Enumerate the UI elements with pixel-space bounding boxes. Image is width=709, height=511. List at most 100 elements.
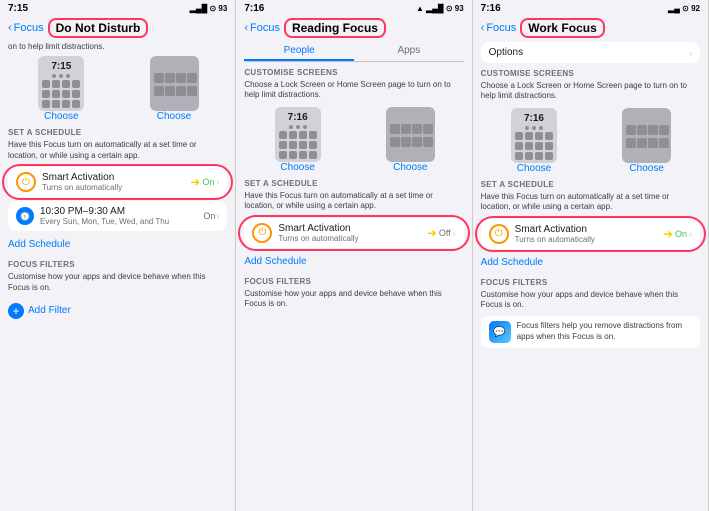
add-filter-row-1[interactable]: + Add Filter (8, 299, 227, 323)
state-label-1: On (202, 177, 214, 187)
smart-activation-text-1: Smart Activation Turns on automatically (42, 172, 122, 192)
choose-btn-2[interactable]: Choose (157, 111, 191, 122)
nav-bar-1: ‹ Focus Do Not Disturb (0, 16, 235, 42)
status-icons-1: ▂▄█ ⊙ 93 (190, 4, 228, 13)
content-2: People Apps CUSTOMISE SCREENS Choose a L… (236, 42, 471, 511)
smart-activation-left-1: ⏻ Smart Activation Turns on automaticall… (16, 172, 122, 192)
time-schedule-row-1[interactable]: 🕥 10:30 PM–9:30 AM Every Sun, Mon, Tue, … (8, 201, 227, 231)
smart-activation-right-2: ➜ Off › (427, 226, 456, 240)
section-desc-schedule-3: Have this Focus turn on automatically at… (481, 192, 700, 213)
section-desc-filters-3: Customise how your apps and device behav… (481, 290, 700, 311)
choose-btn-4[interactable]: Choose (393, 162, 427, 173)
preview-time-1: 7:15 (51, 61, 71, 72)
choose-btn-6[interactable]: Choose (629, 163, 663, 174)
section-desc-schedule-2: Have this Focus turn on automatically at… (244, 191, 463, 212)
chevron-options-3: › (689, 48, 692, 58)
nav-back-1[interactable]: ‹ Focus (8, 22, 44, 34)
status-icons-3: ▂▄ ⊙ 92 (668, 4, 700, 13)
chevron-icon-time: › (216, 211, 219, 221)
time-icon-1: 🕥 (16, 207, 34, 225)
home-screen-preview-1 (150, 56, 199, 111)
arrow-icon-3: ➜ (663, 227, 673, 241)
add-filter-label-1: Add Filter (28, 305, 71, 316)
smart-activation-icon-2: ⏻ (252, 223, 272, 243)
section-label-schedule-1: SET A SCHEDULE (8, 128, 227, 137)
smart-activation-icon-1: ⏻ (16, 172, 36, 192)
preview-dots-2 (289, 125, 307, 129)
content-3: Options › CUSTOMISE SCREENS Choose a Loc… (473, 42, 708, 511)
options-row-3[interactable]: Options › (481, 42, 700, 63)
chevron-left-icon: ‹ (8, 22, 12, 34)
section-label-screens-2: CUSTOMISE SCREENS (244, 68, 463, 77)
smart-activation-row-3[interactable]: ⏻ Smart Activation Turns on automaticall… (481, 219, 700, 249)
status-time-3: 7:16 (481, 3, 501, 14)
smart-activation-text-3: Smart Activation Turns on automatically (515, 224, 595, 244)
arrow-icon-1: ➜ (190, 175, 200, 189)
preview-time-2: 7:16 (288, 112, 308, 123)
section-desc-filters-1: Customise how your apps and device behav… (8, 272, 227, 293)
truncated-desc-1: on to help limit distractions. (8, 42, 227, 52)
tabs-row-2: People Apps (244, 42, 463, 62)
nav-bar-3: ‹ Focus Work Focus (473, 16, 708, 42)
home-screen-preview-2 (386, 107, 435, 162)
plus-icon-1: + (8, 303, 24, 319)
screens-row-3: 7:16 (481, 108, 700, 174)
nav-back-3[interactable]: ‹ Focus (481, 22, 517, 34)
options-text-3: Options (489, 47, 523, 58)
section-label-schedule-3: SET A SCHEDULE (481, 180, 700, 189)
dot3 (66, 74, 70, 78)
panel-reading-focus: 7:16 ▲ ▂▄█ ⊙ 93 ‹ Focus Reading Focus Pe… (236, 0, 472, 511)
status-bar-2: 7:16 ▲ ▂▄█ ⊙ 93 (236, 0, 471, 16)
tab-people-2[interactable]: People (244, 42, 354, 61)
lock-screen-preview-2: 7:16 (275, 107, 321, 162)
nav-title-1: Do Not Disturb (48, 18, 149, 38)
filter-icon-3: 💬 (489, 321, 511, 343)
nav-title-3: Work Focus (520, 18, 604, 38)
panel-work-focus: 7:16 ▂▄ ⊙ 92 ‹ Focus Work Focus Options … (473, 0, 709, 511)
screens-row-1: 7:15 (8, 56, 227, 122)
choose-btn-3[interactable]: Choose (280, 162, 314, 173)
home-screen-preview-3 (622, 108, 671, 163)
add-schedule-label-2: Add Schedule (244, 256, 306, 267)
section-label-screens-3: CUSTOMISE SCREENS (481, 69, 700, 78)
smart-activation-right-1: ➜ On › (190, 175, 219, 189)
nav-back-2[interactable]: ‹ Focus (244, 22, 280, 34)
smart-activation-row-2[interactable]: ⏻ Smart Activation Turns on automaticall… (244, 218, 463, 248)
filter-desc-3: Focus filters help you remove distractio… (517, 321, 692, 342)
preview-grid-2 (154, 73, 195, 96)
section-label-filters-2: FOCUS FILTERS (244, 277, 463, 286)
add-schedule-label-3: Add Schedule (481, 257, 543, 268)
preview-dots-1 (52, 74, 70, 78)
status-time-2: 7:16 (244, 3, 264, 14)
preview-grid-5 (515, 132, 553, 160)
add-schedule-1[interactable]: Add Schedule (8, 235, 227, 254)
smart-activation-left-2: ⏻ Smart Activation Turns on automaticall… (252, 223, 358, 243)
preview-grid-3 (279, 131, 317, 159)
section-desc-schedule-1: Have this Focus turn on automatically at… (8, 140, 227, 161)
chevron-icon-3: › (689, 229, 692, 239)
choose-btn-5[interactable]: Choose (517, 163, 551, 174)
focus-filter-item-3: 💬 Focus filters help you remove distract… (481, 316, 700, 348)
chevron-icon-2: › (453, 228, 456, 238)
preview-time-3: 7:16 (524, 113, 544, 124)
choose-btn-1[interactable]: Choose (44, 111, 78, 122)
tab-apps-2[interactable]: Apps (354, 42, 464, 61)
dot2 (59, 74, 63, 78)
add-schedule-label-1: Add Schedule (8, 239, 70, 250)
dot1 (52, 74, 56, 78)
panel-do-not-disturb: 7:15 ▂▄█ ⊙ 93 ‹ Focus Do Not Disturb on … (0, 0, 236, 511)
time-row-right-1: On › (203, 211, 219, 221)
section-desc-screens-2: Choose a Lock Screen or Home Screen page… (244, 80, 463, 101)
chevron-left-icon-3: ‹ (481, 22, 485, 34)
smart-activation-row-1[interactable]: ⏻ Smart Activation Turns on automaticall… (8, 167, 227, 197)
nav-title-2: Reading Focus (284, 18, 386, 38)
time-row-left-1: 🕥 10:30 PM–9:30 AM Every Sun, Mon, Tue, … (16, 206, 169, 226)
chevron-left-icon-2: ‹ (244, 22, 248, 34)
section-desc-filters-2: Customise how your apps and device behav… (244, 289, 463, 310)
preview-dots-3 (525, 126, 543, 130)
add-schedule-3[interactable]: Add Schedule (481, 253, 700, 272)
preview-grid-1 (42, 80, 80, 108)
add-schedule-2[interactable]: Add Schedule (244, 252, 463, 271)
lock-screen-preview-3: 7:16 (511, 108, 557, 163)
section-desc-screens-3: Choose a Lock Screen or Home Screen page… (481, 81, 700, 102)
